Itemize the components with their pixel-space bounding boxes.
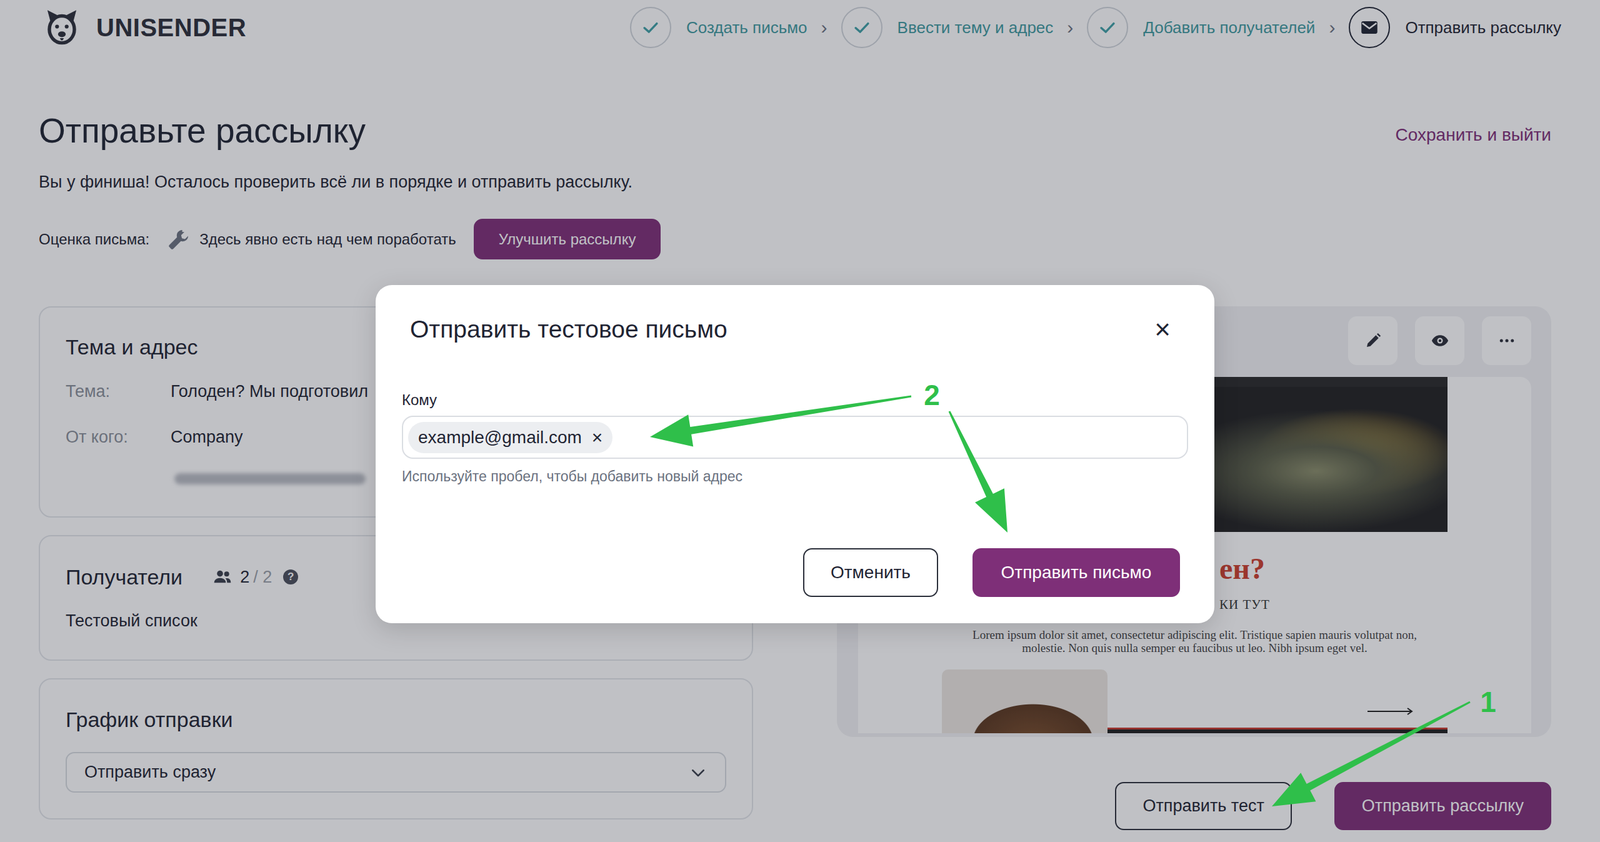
annotation: 2 (650, 378, 1008, 533)
send-campaign-page: UNISENDERСоздать письмо›Ввести тему и ад… (0, 0, 1600, 842)
annotation-arrow-icon (650, 395, 912, 447)
annotation-arrow-icon (1271, 701, 1471, 807)
annotation: 1 (1271, 685, 1497, 807)
chip-text: example@gmail.com (418, 426, 582, 449)
email-chip: example@gmail.com × (408, 421, 613, 454)
annotation-number: 1 (1480, 685, 1497, 719)
test-email-modal: Отправить тестовое письмо × Кому example@gm… (375, 285, 1215, 624)
annotation-arrow-icon (948, 410, 1008, 533)
modal-button[interactable]: Отправить письмо (972, 548, 1180, 597)
close-button[interactable]: × (1150, 315, 1175, 344)
chip-remove-button[interactable]: × (591, 428, 604, 447)
annotation-number: 2 (923, 378, 940, 412)
recipients-input[interactable]: example@gmail.com × (401, 415, 1189, 459)
modal-footer: Отменить Отправить письмо (401, 548, 1189, 597)
to-label: Кому (401, 391, 1189, 409)
modal-button[interactable]: Отменить (803, 548, 939, 597)
modal-title: Отправить тестовое письмо (410, 313, 728, 345)
modal-header: Отправить тестовое письмо × (401, 313, 1189, 345)
input-hint: Используйте пробел, чтобы добавить новый… (401, 467, 1189, 485)
